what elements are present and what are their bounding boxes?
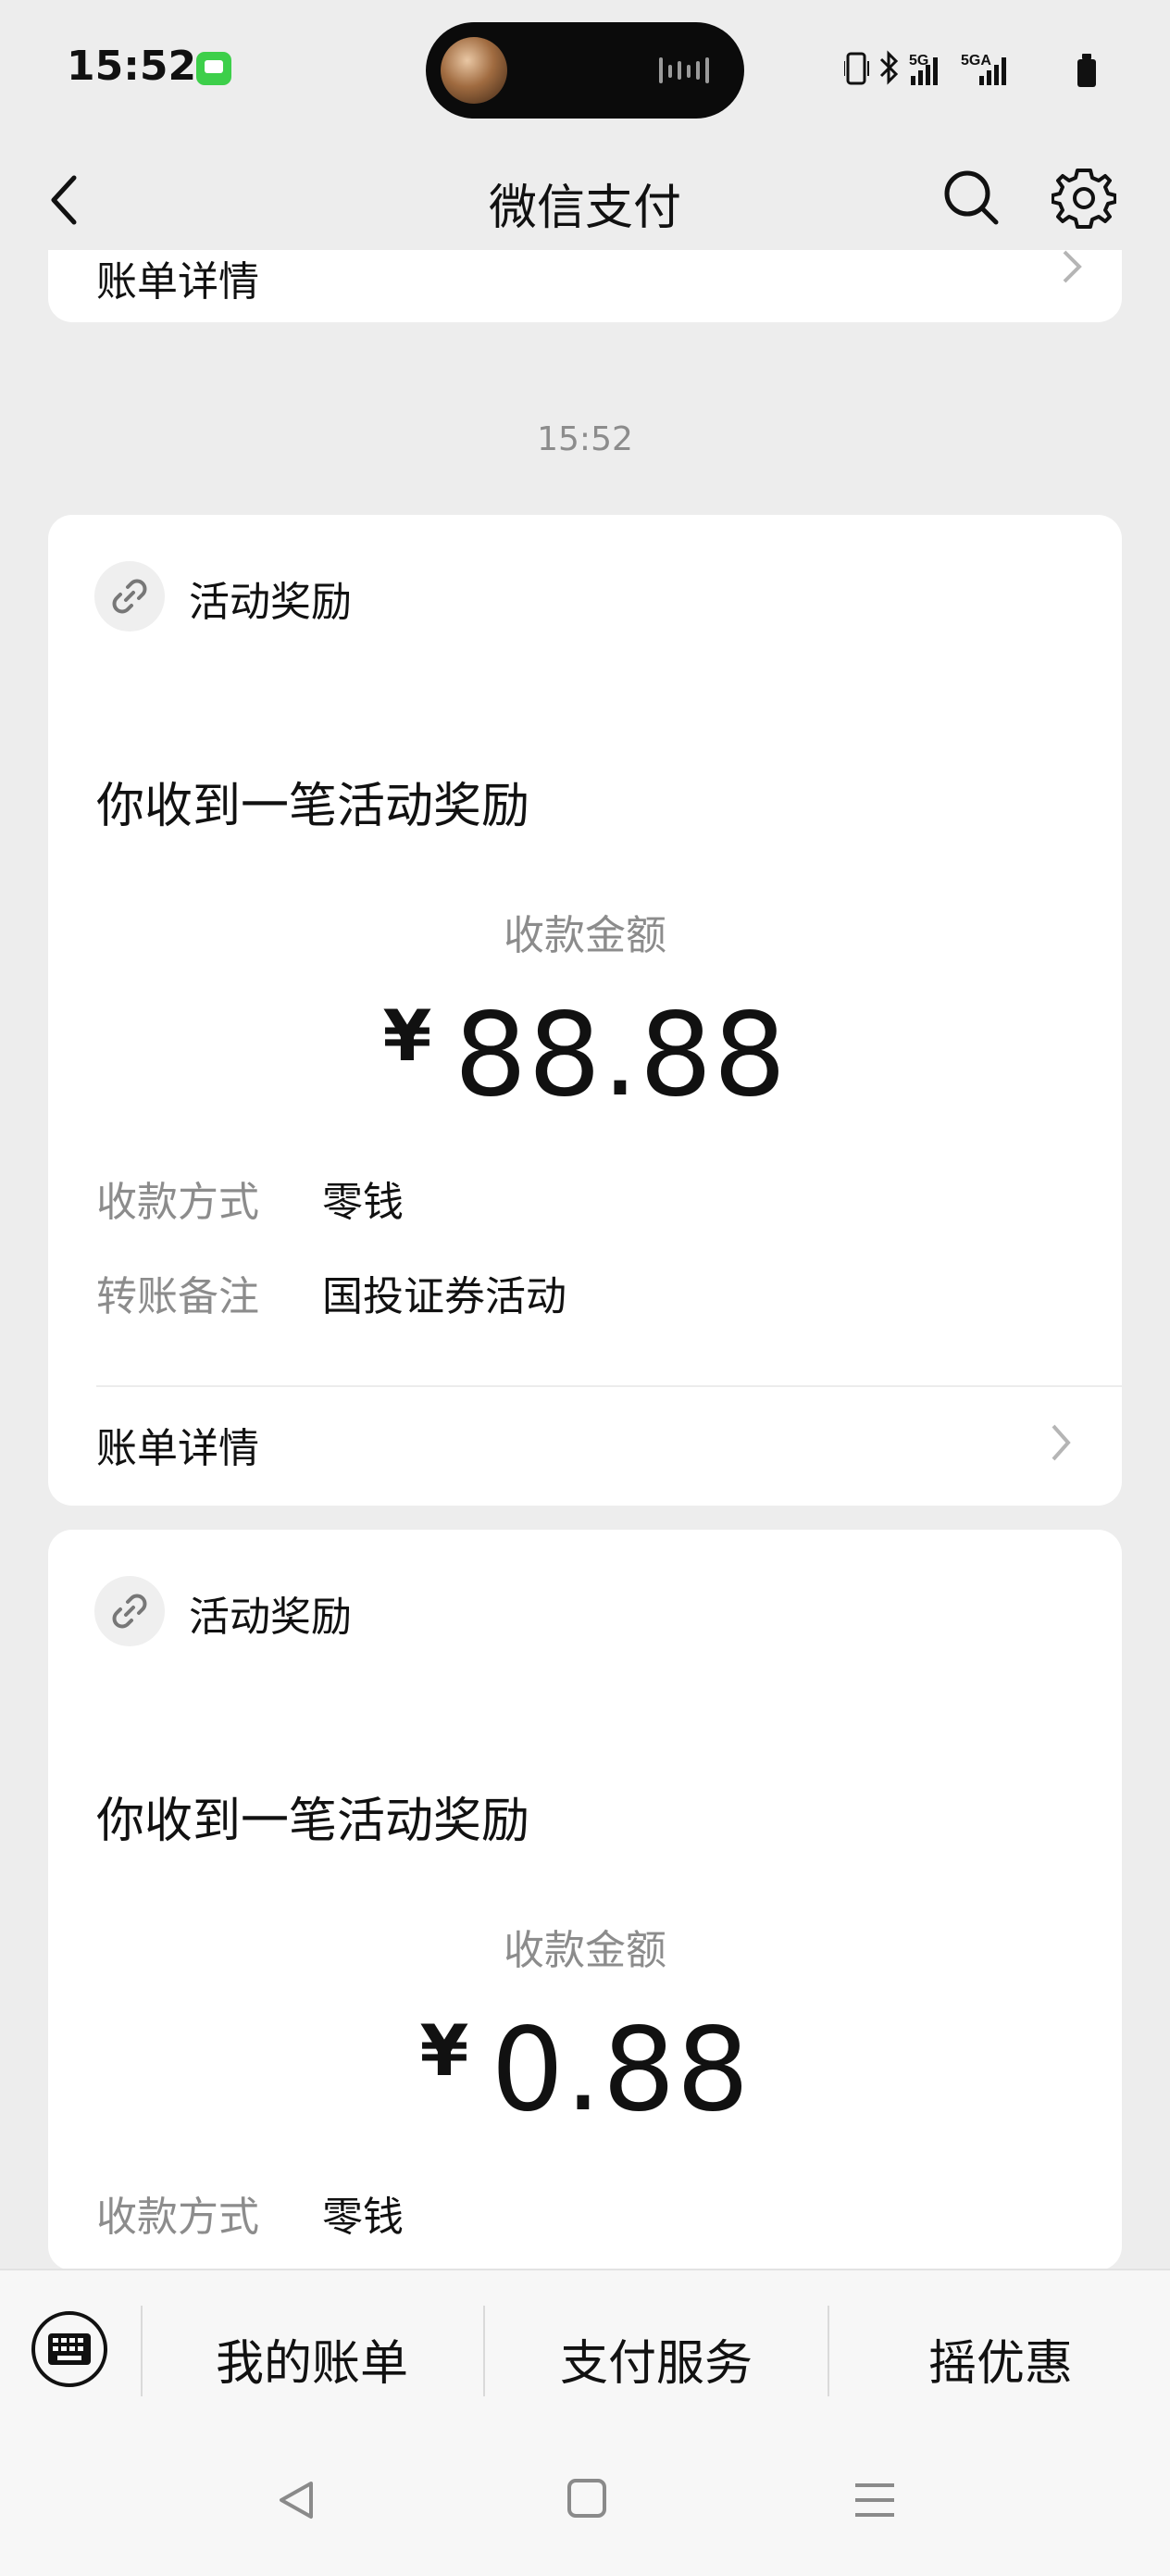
bottom-toolbar: [0, 2269, 1170, 2576]
three-lines-menu-icon[interactable]: [853, 2480, 896, 2520]
audio-wave-icon: [659, 57, 709, 83]
currency-symbol: ¥: [382, 994, 432, 1077]
amount-value: 0.88: [491, 2004, 751, 2137]
square-home-icon[interactable]: [566, 2478, 607, 2519]
link-icon: [94, 1576, 165, 1646]
amount-label: 收款金额: [504, 912, 666, 959]
chevron-right-icon: [1063, 250, 1082, 283]
chevron-right-icon: [1052, 1424, 1071, 1461]
reward-card: 活动奖励 你收到一笔活动奖励 收款金额 ¥0.88 收款方式 零钱: [48, 1530, 1122, 2270]
info-value: 国投证券活动: [322, 1273, 566, 1320]
card-message: 你收到一笔活动奖励: [96, 1794, 530, 1849]
payment-services-button[interactable]: 支付服务: [485, 2324, 828, 2392]
search-icon[interactable]: [940, 167, 1002, 228]
network-label-2: 5GA: [961, 53, 991, 69]
reward-card: 活动奖励 你收到一笔活动奖励 收款金额 ¥88.88 收款方式 零钱 转账备注 国投…: [48, 515, 1122, 1506]
link-icon: [94, 561, 165, 631]
status-time: 15:52: [67, 43, 197, 90]
music-cover-avatar: [441, 37, 507, 104]
info-key: 转账备注: [96, 1273, 259, 1320]
info-value: 零钱: [322, 1179, 404, 1226]
status-icons: 5G 5GA: [844, 50, 1096, 87]
detail-label: 账单详情: [96, 258, 259, 306]
detail-label: 账单详情: [96, 1425, 259, 1472]
card-title: 活动奖励: [189, 579, 352, 626]
info-row-remark: 转账备注 国投证券活动: [96, 1263, 566, 1322]
amount-label: 收款金额: [504, 1927, 666, 1974]
triangle-back-icon[interactable]: [274, 2478, 318, 2522]
amount-value: 88.88: [454, 989, 788, 1122]
card-title: 活动奖励: [189, 1594, 352, 1641]
divider: [96, 1385, 1122, 1387]
previous-card-partial[interactable]: 账单详情: [48, 250, 1122, 322]
card-message: 你收到一笔活动奖励: [96, 779, 530, 834]
amount-row: ¥0.88: [48, 2004, 1122, 2137]
info-key: 收款方式: [96, 1179, 259, 1226]
info-value: 零钱: [322, 2194, 404, 2241]
gear-icon[interactable]: [1052, 165, 1116, 230]
bill-detail-row[interactable]: 账单详情: [96, 1404, 1074, 1478]
amount-row: ¥88.88: [48, 989, 1122, 1122]
my-bill-button[interactable]: 我的账单: [141, 2324, 483, 2392]
currency-symbol: ¥: [419, 2009, 469, 2092]
info-row-method: 收款方式 零钱: [96, 1169, 404, 1228]
info-row-method: 收款方式 零钱: [96, 2183, 404, 2243]
keyboard-icon[interactable]: [30, 2309, 109, 2389]
timestamp: 15:52: [537, 420, 633, 458]
message-app-icon: [196, 52, 231, 85]
info-key: 收款方式: [96, 2194, 259, 2241]
shake-discount-button[interactable]: 摇优惠: [829, 2324, 1170, 2392]
